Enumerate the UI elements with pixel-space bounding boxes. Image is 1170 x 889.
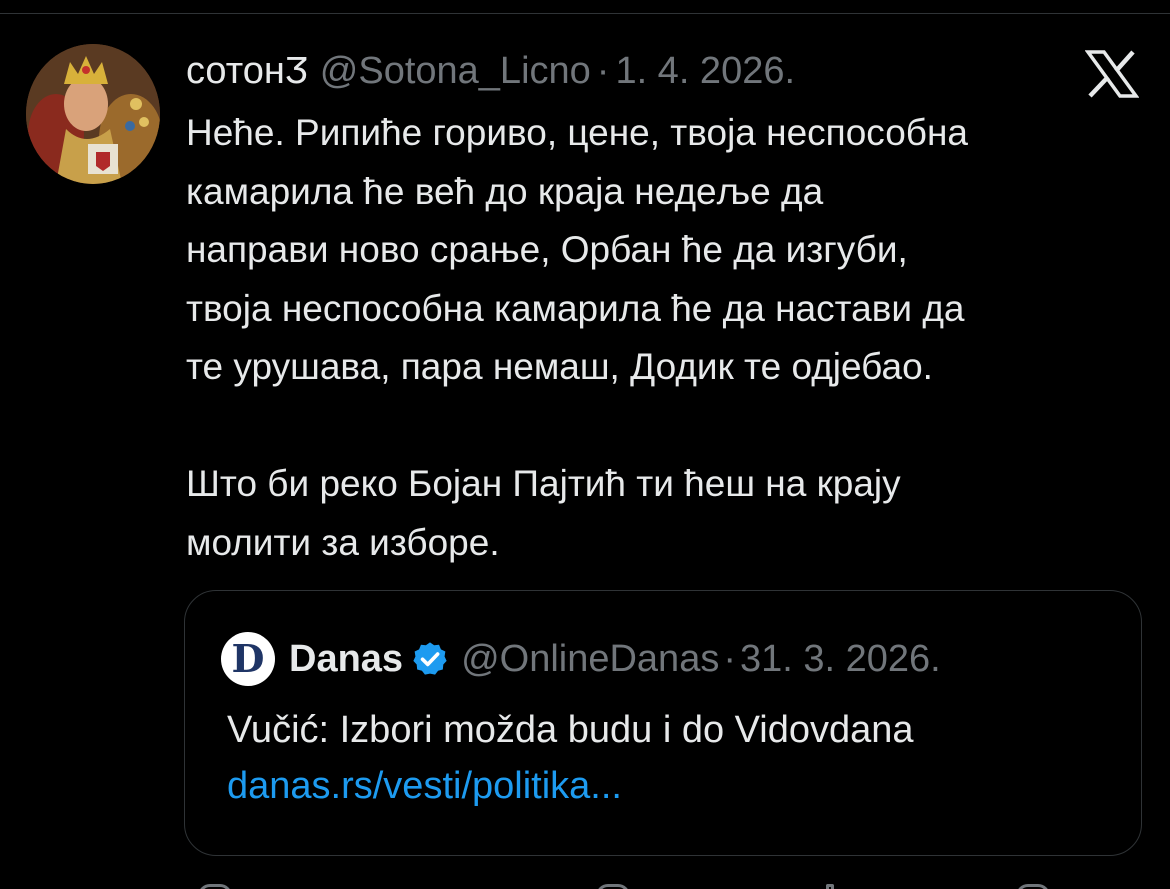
display-name[interactable]: сотонӠ [186,50,308,93]
tweet-text: Неће. Рипиће гориво, цене, твоја неспосо… [186,112,968,563]
bookmark-icon[interactable] [1016,884,1050,889]
top-divider [0,0,1170,14]
quote-tweet-card[interactable]: D Danas @OnlineDanas · 31. 3. 2026. Vuči… [184,590,1142,856]
quote-separator-dot: · [723,637,736,680]
avatar-image [26,44,160,184]
quote-handle[interactable]: @OnlineDanas [461,638,719,681]
like-icon[interactable] [596,884,630,889]
quote-header: D Danas @OnlineDanas · 31. 3. 2026. [221,632,941,686]
views-icon[interactable] [826,884,834,889]
quote-text: Vučić: Izbori možda budu i do Vidovdana [227,709,914,751]
user-handle[interactable]: @Sotona_Licno [320,50,591,93]
tweet-header: сотонӠ @Sotona_Licno · 1. 4. 2026. [186,48,795,94]
quote-link[interactable]: danas.rs/vesti/politika... [227,765,622,808]
separator-dot: · [596,49,610,92]
quote-avatar-letter: D [231,636,265,681]
verified-badge-icon [413,642,447,675]
x-logo-icon[interactable] [1084,50,1140,98]
quote-display-name[interactable]: Danas [289,638,403,681]
quote-avatar[interactable]: D [221,632,275,686]
tweet-date[interactable]: 1. 4. 2026. [615,50,795,93]
action-bar [186,874,1146,889]
user-avatar[interactable] [26,44,160,184]
quote-date[interactable]: 31. 3. 2026. [740,638,941,681]
reply-icon[interactable] [198,884,232,889]
